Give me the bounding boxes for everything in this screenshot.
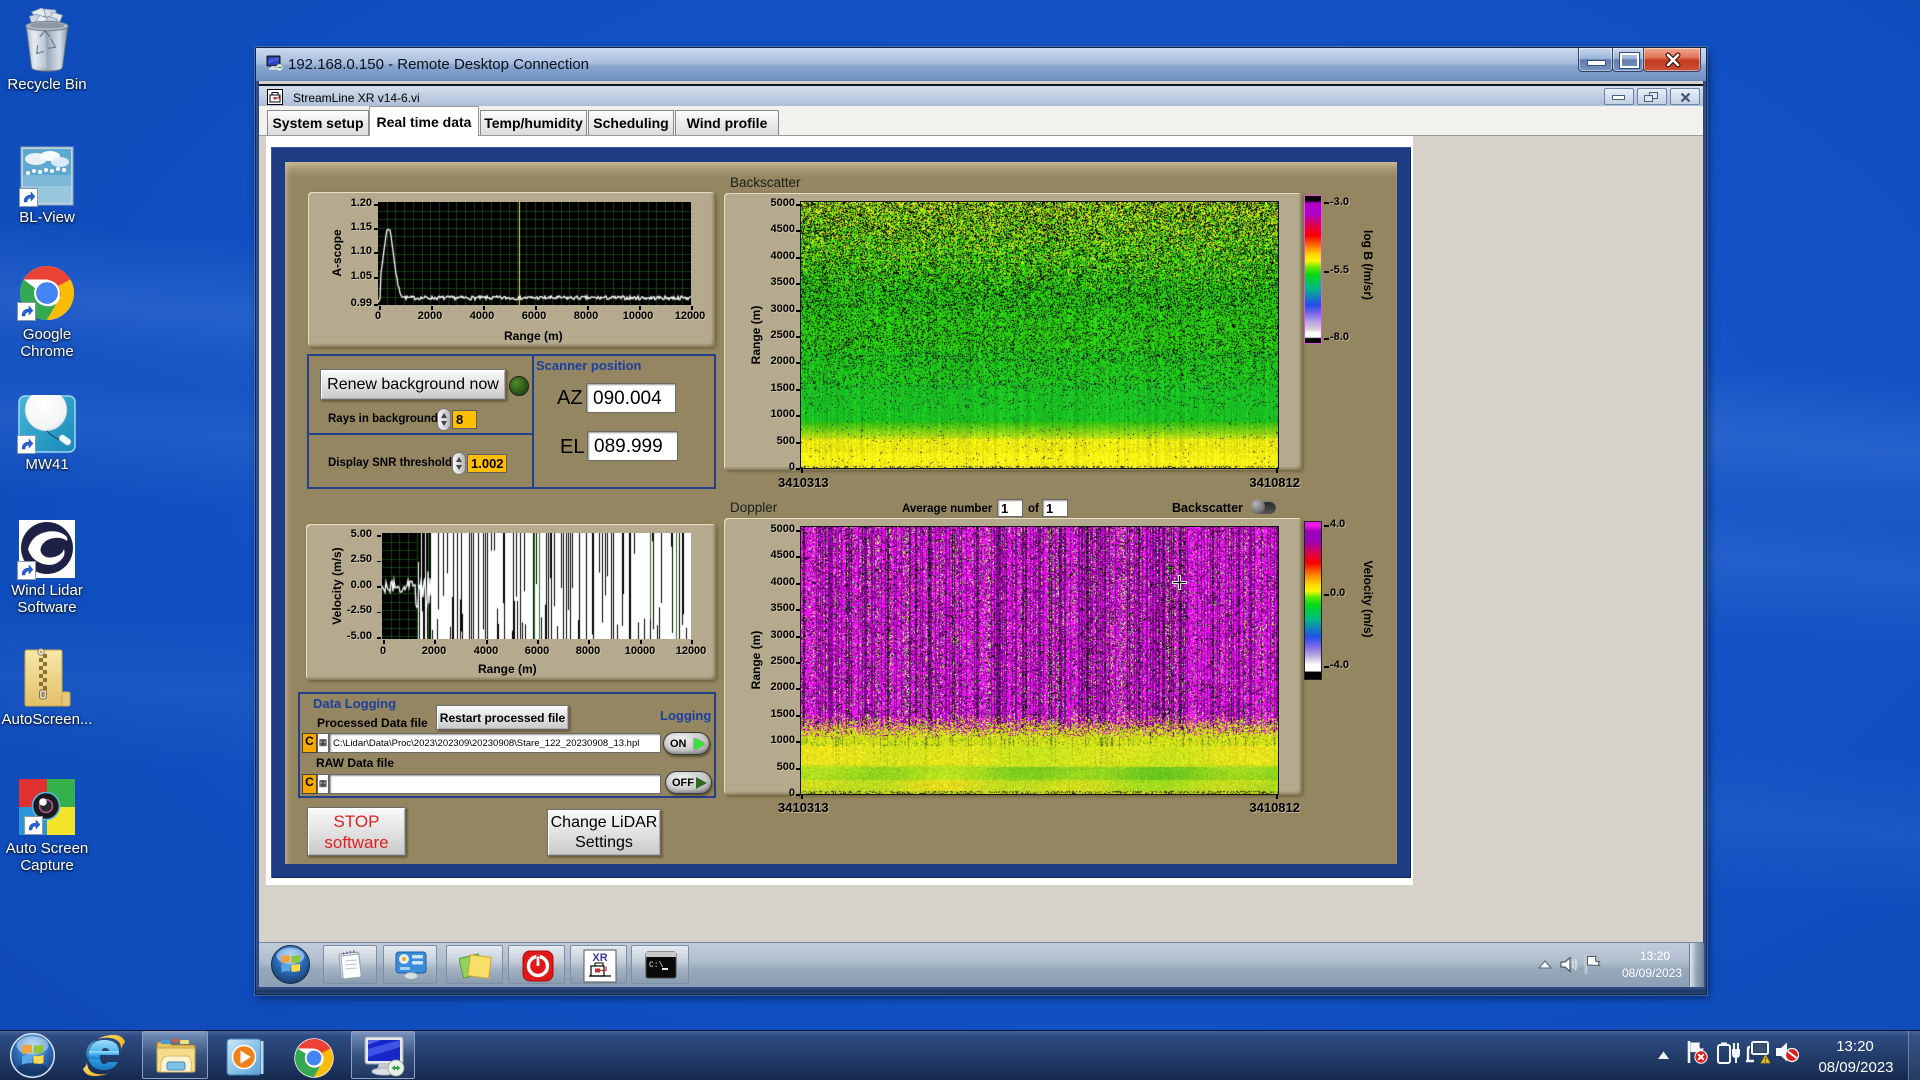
- svg-text:C:\: C:\: [649, 961, 664, 970]
- svg-text:XR: XR: [592, 952, 607, 964]
